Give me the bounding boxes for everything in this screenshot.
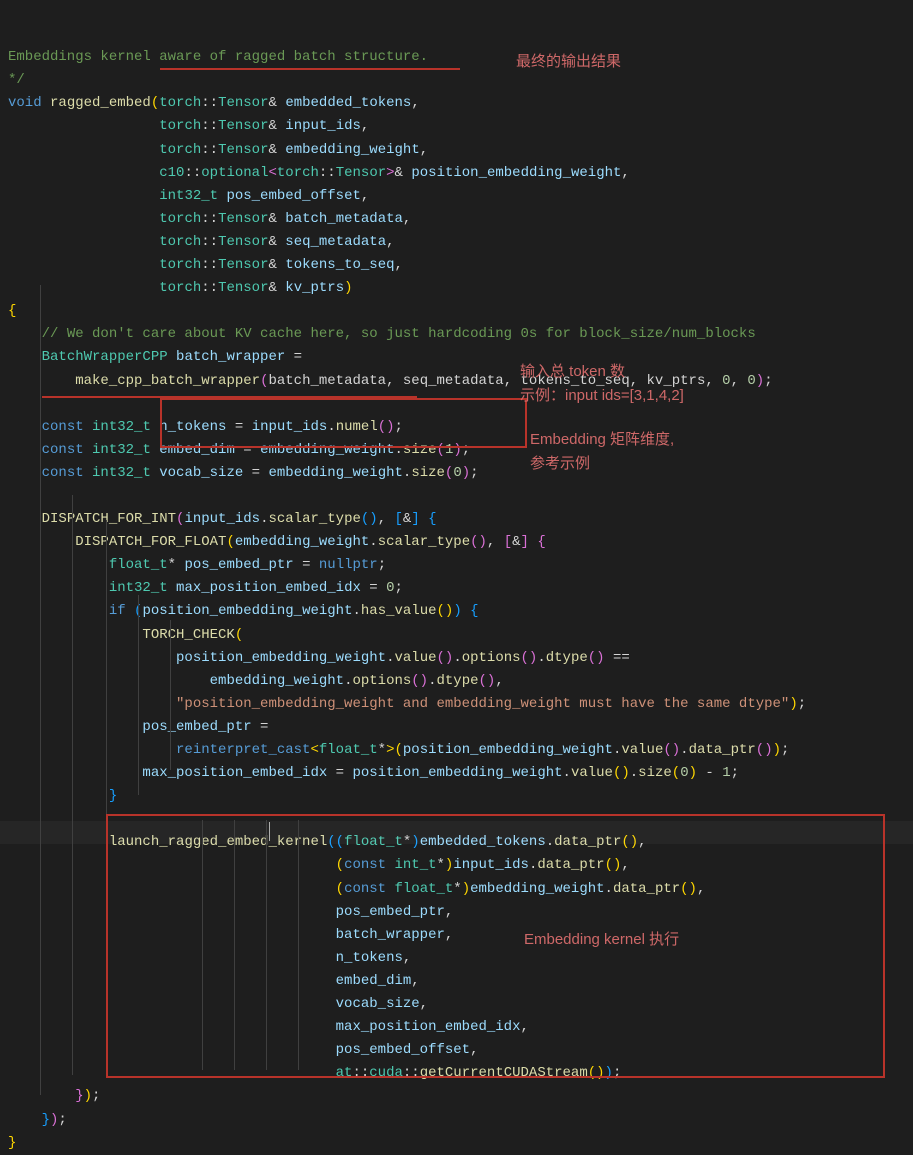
code-editor[interactable]: Embeddings kernel aware of ragged batch … bbox=[0, 0, 913, 1155]
annotation-output-result: 最终的输出结果 bbox=[516, 50, 621, 75]
text-cursor bbox=[269, 822, 270, 841]
underline-embedded-tokens bbox=[160, 68, 460, 70]
annotation-example-ids: 示例：input ids=[3,1,4,2] bbox=[520, 384, 684, 409]
annotation-kernel-exec: Embedding kernel 执行 bbox=[524, 928, 679, 953]
comment-end: */ bbox=[8, 72, 25, 88]
comment-line: Embeddings kernel aware of ragged batch … bbox=[8, 49, 428, 65]
annotation-token-count: 输入总 token 数 bbox=[520, 360, 625, 385]
annotation-embedding-dim: Embedding 矩阵维度, bbox=[530, 428, 674, 453]
annotation-ref-example: 参考示例 bbox=[530, 452, 590, 477]
underline-ntokens bbox=[42, 396, 417, 398]
